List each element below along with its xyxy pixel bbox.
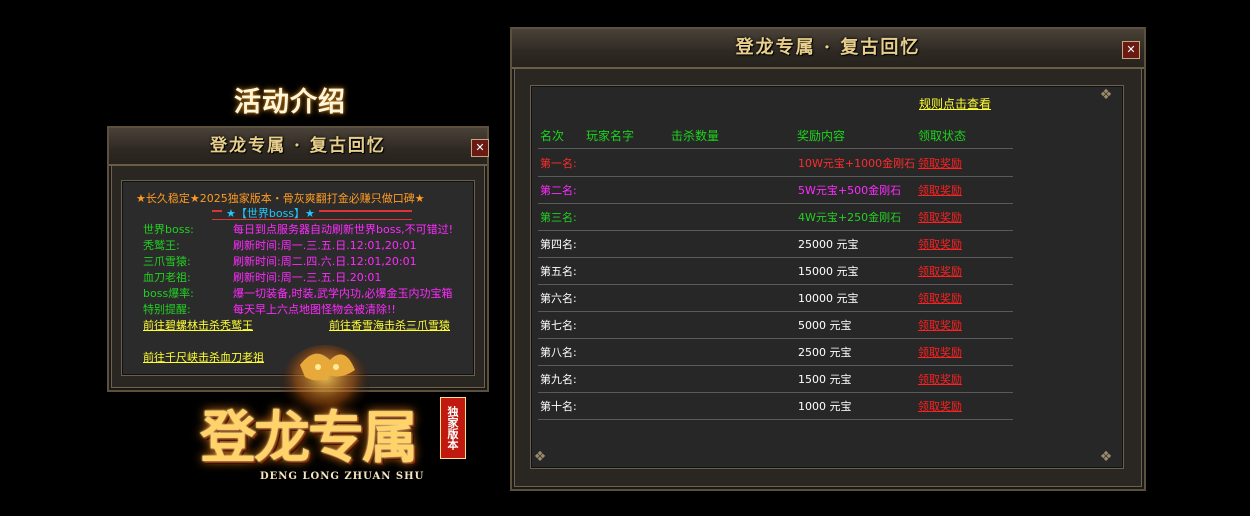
ranking-close-button[interactable]: ✕ <box>1122 41 1140 59</box>
claim-reward-button[interactable]: 领取奖励 <box>918 290 962 306</box>
reward-cell: 25000 元宝 <box>798 238 859 251</box>
boss-info-value: 每天早上六点地图怪物会被清除!! <box>233 303 396 316</box>
rank-cell: 第六名: <box>540 292 577 305</box>
col-header-rank: 名次 <box>540 129 565 143</box>
boss-info-value: 刷新时间:周一.三.五.日.20:01 <box>233 271 382 284</box>
reward-cell: 2500 元宝 <box>798 346 852 359</box>
ranking-panel-titlebar: 登龙专属 · 复古回忆 <box>512 29 1144 69</box>
reward-cell: 1000 元宝 <box>798 400 852 413</box>
boss-info-value: 刷新时间:周一.三.五.日.12:01,20:01 <box>233 239 417 252</box>
rank-cell: 第五名: <box>540 265 577 278</box>
rank-cell: 第二名: <box>540 184 577 197</box>
corner-ornament-icon: ❖ <box>533 449 547 465</box>
left-close-button[interactable]: ✕ <box>471 139 489 157</box>
corner-ornament-icon: ❖ <box>1099 449 1113 465</box>
section-divider-bottom <box>212 219 412 220</box>
col-header-reward: 奖励内容 <box>797 129 846 143</box>
table-row: 第十名: 1000 元宝 领取奖励 <box>538 392 1013 420</box>
logo-badge-text: 独家版本 <box>446 406 459 450</box>
event-banner: ★长久稳定★2025独家版本・骨灰爽翻打金必赚只做口碑★ <box>136 192 425 205</box>
left-panel-titlebar: 登龙专属 · 复古回忆 <box>109 128 487 166</box>
corner-ornament-icon: ❖ <box>1099 87 1113 103</box>
reward-cell: 1500 元宝 <box>798 373 852 386</box>
reward-cell: 5000 元宝 <box>798 319 852 332</box>
ranking-panel-title: 登龙专属 · 复古回忆 <box>735 37 921 58</box>
reward-cell: 10000 元宝 <box>798 292 859 305</box>
rank-cell: 第八名: <box>540 346 577 359</box>
table-row: 第五名: 15000 元宝 领取奖励 <box>538 257 1013 285</box>
game-logo: 登龙专属 独家版本 DENG LONG ZHUAN SHU <box>190 345 480 495</box>
boss-info-value: 刷新时间:周二.四.六.日.12:01,20:01 <box>233 255 417 268</box>
table-row: 第八名: 2500 元宝 领取奖励 <box>538 338 1013 366</box>
reward-cell: 5W元宝+500金刚石 <box>798 184 902 197</box>
col-header-status: 领取状态 <box>918 129 967 143</box>
boss-info-label: 三爪雪猿: <box>143 255 191 268</box>
logo-badge: 独家版本 <box>440 397 466 459</box>
rank-cell: 第十名: <box>540 400 577 413</box>
claim-reward-button[interactable]: 领取奖励 <box>918 182 962 198</box>
logo-title: 登龙专属 <box>200 405 418 471</box>
table-row: 第三名: 4W元宝+250金刚石 领取奖励 <box>538 203 1013 231</box>
reward-cell: 4W元宝+250金刚石 <box>798 211 902 224</box>
boss-info-value: 每日到点服务器自动刷新世界boss,不可错过! <box>233 223 454 236</box>
rank-cell: 第七名: <box>540 319 577 332</box>
table-row: 第二名: 5W元宝+500金刚石 领取奖励 <box>538 176 1013 204</box>
table-row: 第七名: 5000 元宝 领取奖励 <box>538 311 1013 339</box>
link-bilu-forest[interactable]: 前往碧螺林击杀秃鹫王 <box>143 318 253 333</box>
boss-info-label: boss爆率: <box>143 287 194 300</box>
claim-reward-button[interactable]: 领取奖励 <box>918 398 962 414</box>
rank-cell: 第三名: <box>540 211 577 224</box>
reward-cell: 15000 元宝 <box>798 265 859 278</box>
rules-link[interactable]: 规则点击查看 <box>919 95 991 112</box>
boss-info-label: 世界boss: <box>143 223 194 236</box>
boss-info-value: 爆一切装备,时装,武学内功,必爆金玉内功宝箱 <box>233 287 453 300</box>
claim-reward-button[interactable]: 领取奖励 <box>918 236 962 252</box>
boss-info-label: 血刀老祖: <box>143 271 191 284</box>
table-row: 第四名: 25000 元宝 领取奖励 <box>538 230 1013 258</box>
rank-cell: 第九名: <box>540 373 577 386</box>
table-row: 第九名: 1500 元宝 领取奖励 <box>538 365 1013 393</box>
claim-reward-button[interactable]: 领取奖励 <box>918 317 962 333</box>
claim-reward-button[interactable]: 领取奖励 <box>918 344 962 360</box>
reward-cell: 10W元宝+1000金刚石 <box>798 157 916 170</box>
boss-info-label: 秃鹫王: <box>143 239 180 252</box>
claim-reward-button[interactable]: 领取奖励 <box>918 209 962 225</box>
col-header-kills: 击杀数量 <box>671 129 720 143</box>
rank-cell: 第一名: <box>540 157 577 170</box>
boss-info-label: 特别提醒: <box>143 303 191 316</box>
left-panel-title: 登龙专属 · 复古回忆 <box>210 136 386 156</box>
col-header-player: 玩家名字 <box>586 129 635 143</box>
claim-reward-button[interactable]: 领取奖励 <box>918 263 962 279</box>
logo-pinyin: DENG LONG ZHUAN SHU <box>260 471 425 482</box>
link-xiangxue-sea[interactable]: 前往香雪海击杀三爪雪猿 <box>329 318 450 333</box>
activity-heading: 活动介绍 <box>234 87 346 118</box>
table-row: 第一名: 10W元宝+1000金刚石 领取奖励 <box>538 149 1013 177</box>
rank-cell: 第四名: <box>540 238 577 251</box>
table-row: 第六名: 10000 元宝 领取奖励 <box>538 284 1013 312</box>
claim-reward-button[interactable]: 领取奖励 <box>918 155 962 171</box>
claim-reward-button[interactable]: 领取奖励 <box>918 371 962 387</box>
